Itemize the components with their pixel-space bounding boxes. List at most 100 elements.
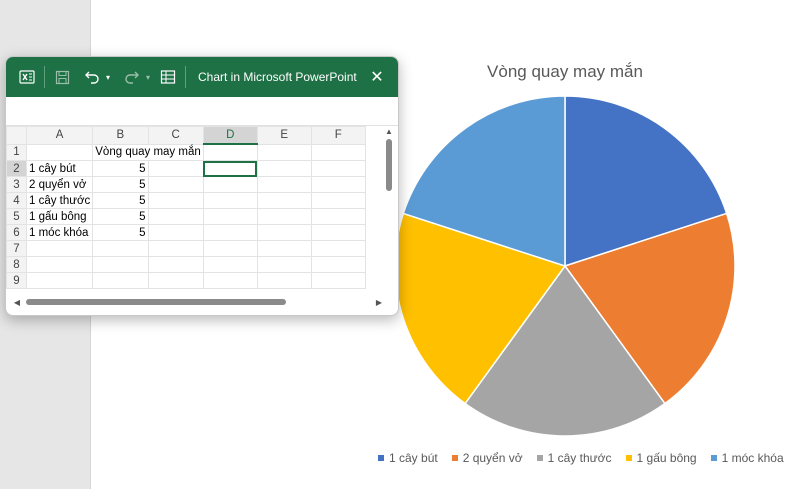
vertical-scroll-thumb[interactable] [386,139,392,191]
cell[interactable] [310,256,366,273]
cell[interactable] [256,240,312,257]
row-header[interactable]: 1 [6,143,27,161]
cell[interactable] [202,143,258,161]
legend-swatch [378,455,384,461]
cell-value[interactable]: 5 [92,224,149,241]
select-all-corner[interactable] [6,126,27,145]
active-cell[interactable] [202,160,258,177]
scroll-left-icon[interactable]: ◀ [12,298,22,307]
cell[interactable] [92,256,149,273]
close-icon[interactable]: ✕ [366,66,388,88]
legend-label: 2 quyển vở [462,451,523,465]
save-icon[interactable] [51,66,73,88]
horizontal-scroll-thumb[interactable] [26,299,286,305]
cell-value[interactable]: 5 [92,192,149,209]
edit-data-icon[interactable] [157,66,179,88]
cell-label[interactable]: 1 móc khóa [25,224,94,241]
legend-item: 1 gấu bông [625,451,697,465]
undo-dropdown-icon[interactable]: ▾ [103,66,113,88]
cell[interactable] [147,176,204,193]
cell[interactable] [147,192,204,209]
column-header[interactable]: D [202,126,258,145]
cell[interactable] [25,143,94,161]
cell[interactable] [310,240,366,257]
spreadsheet-grid[interactable]: A B C D E F 1 Vòng quay may mắn 2 1 cây … [6,126,366,289]
redo-icon[interactable] [121,66,143,88]
cell[interactable] [25,272,94,289]
row-header[interactable]: 8 [6,256,27,273]
cell[interactable] [256,256,312,273]
excel-data-window[interactable]: ▾ ▾ Chart in Microsoft PowerPoint ✕ A B … [5,56,399,316]
scroll-right-icon[interactable]: ▶ [374,298,384,307]
cell[interactable] [310,192,366,209]
cell[interactable] [147,240,204,257]
column-header[interactable]: C [147,126,204,145]
cell[interactable] [147,272,204,289]
row-header[interactable]: 6 [6,224,27,241]
cell-label[interactable]: 1 cây thước [25,192,94,209]
cell[interactable] [256,272,312,289]
cell[interactable] [310,272,366,289]
cell[interactable] [202,272,258,289]
cell-series-name[interactable]: Vòng quay may mắn [92,143,204,161]
legend-label: 1 móc khóa [721,451,784,465]
excel-icon [16,66,38,88]
scroll-up-icon[interactable]: ▲ [384,127,394,137]
legend-swatch [451,455,458,461]
cell[interactable] [256,192,312,209]
horizontal-scrollbar[interactable]: ◀ ▶ [12,297,384,307]
legend-swatch [536,455,543,461]
cell[interactable] [256,176,312,193]
cell[interactable] [25,256,94,273]
cell[interactable] [147,160,204,177]
cell[interactable] [256,160,312,177]
cell[interactable] [256,143,312,161]
cell-label[interactable]: 2 quyển vở [25,176,94,193]
cell-label[interactable]: 1 gấu bông [25,208,94,225]
row-header[interactable]: 7 [6,240,27,257]
cell[interactable] [147,208,204,225]
cell[interactable] [202,192,258,209]
pie-chart[interactable] [395,95,735,440]
excel-titlebar[interactable]: ▾ ▾ Chart in Microsoft PowerPoint ✕ [6,57,398,97]
cell[interactable] [92,240,149,257]
row-header[interactable]: 5 [6,208,27,225]
cell[interactable] [202,256,258,273]
column-header[interactable]: A [25,126,94,145]
cell-value[interactable]: 5 [92,160,149,177]
formula-bar-area [6,97,398,126]
cell[interactable] [202,208,258,225]
row-header[interactable]: 9 [6,272,27,289]
cell[interactable] [310,143,366,161]
cell-label[interactable]: 1 cây bút [25,160,94,177]
cell-value[interactable]: 5 [92,208,149,225]
redo-dropdown-icon[interactable]: ▾ [143,66,153,88]
column-header[interactable]: B [92,126,149,145]
row-header[interactable]: 3 [6,176,27,193]
vertical-scrollbar[interactable]: ▲ [384,127,394,292]
cell[interactable] [310,160,366,177]
cell[interactable] [202,224,258,241]
legend-item: 1 móc khóa [710,451,784,465]
cell[interactable] [256,208,312,225]
row-header[interactable]: 2 [6,160,27,177]
cell-value[interactable]: 5 [92,176,149,193]
cell[interactable] [202,176,258,193]
cell[interactable] [256,224,312,241]
cell[interactable] [147,224,204,241]
cell[interactable] [92,272,149,289]
column-header[interactable]: F [310,126,366,145]
cell[interactable] [147,256,204,273]
column-header[interactable]: E [256,126,312,145]
cell[interactable] [310,208,366,225]
legend-swatch [625,455,632,461]
legend-label: 1 cây thước [547,451,612,465]
row-header[interactable]: 4 [6,192,27,209]
cell[interactable] [310,176,366,193]
legend-label: 1 cây bút [389,451,438,465]
cell[interactable] [202,240,258,257]
cell[interactable] [25,240,94,257]
cell[interactable] [310,224,366,241]
undo-icon[interactable] [81,66,103,88]
chart-title: Vòng quay may mắn [487,62,643,81]
